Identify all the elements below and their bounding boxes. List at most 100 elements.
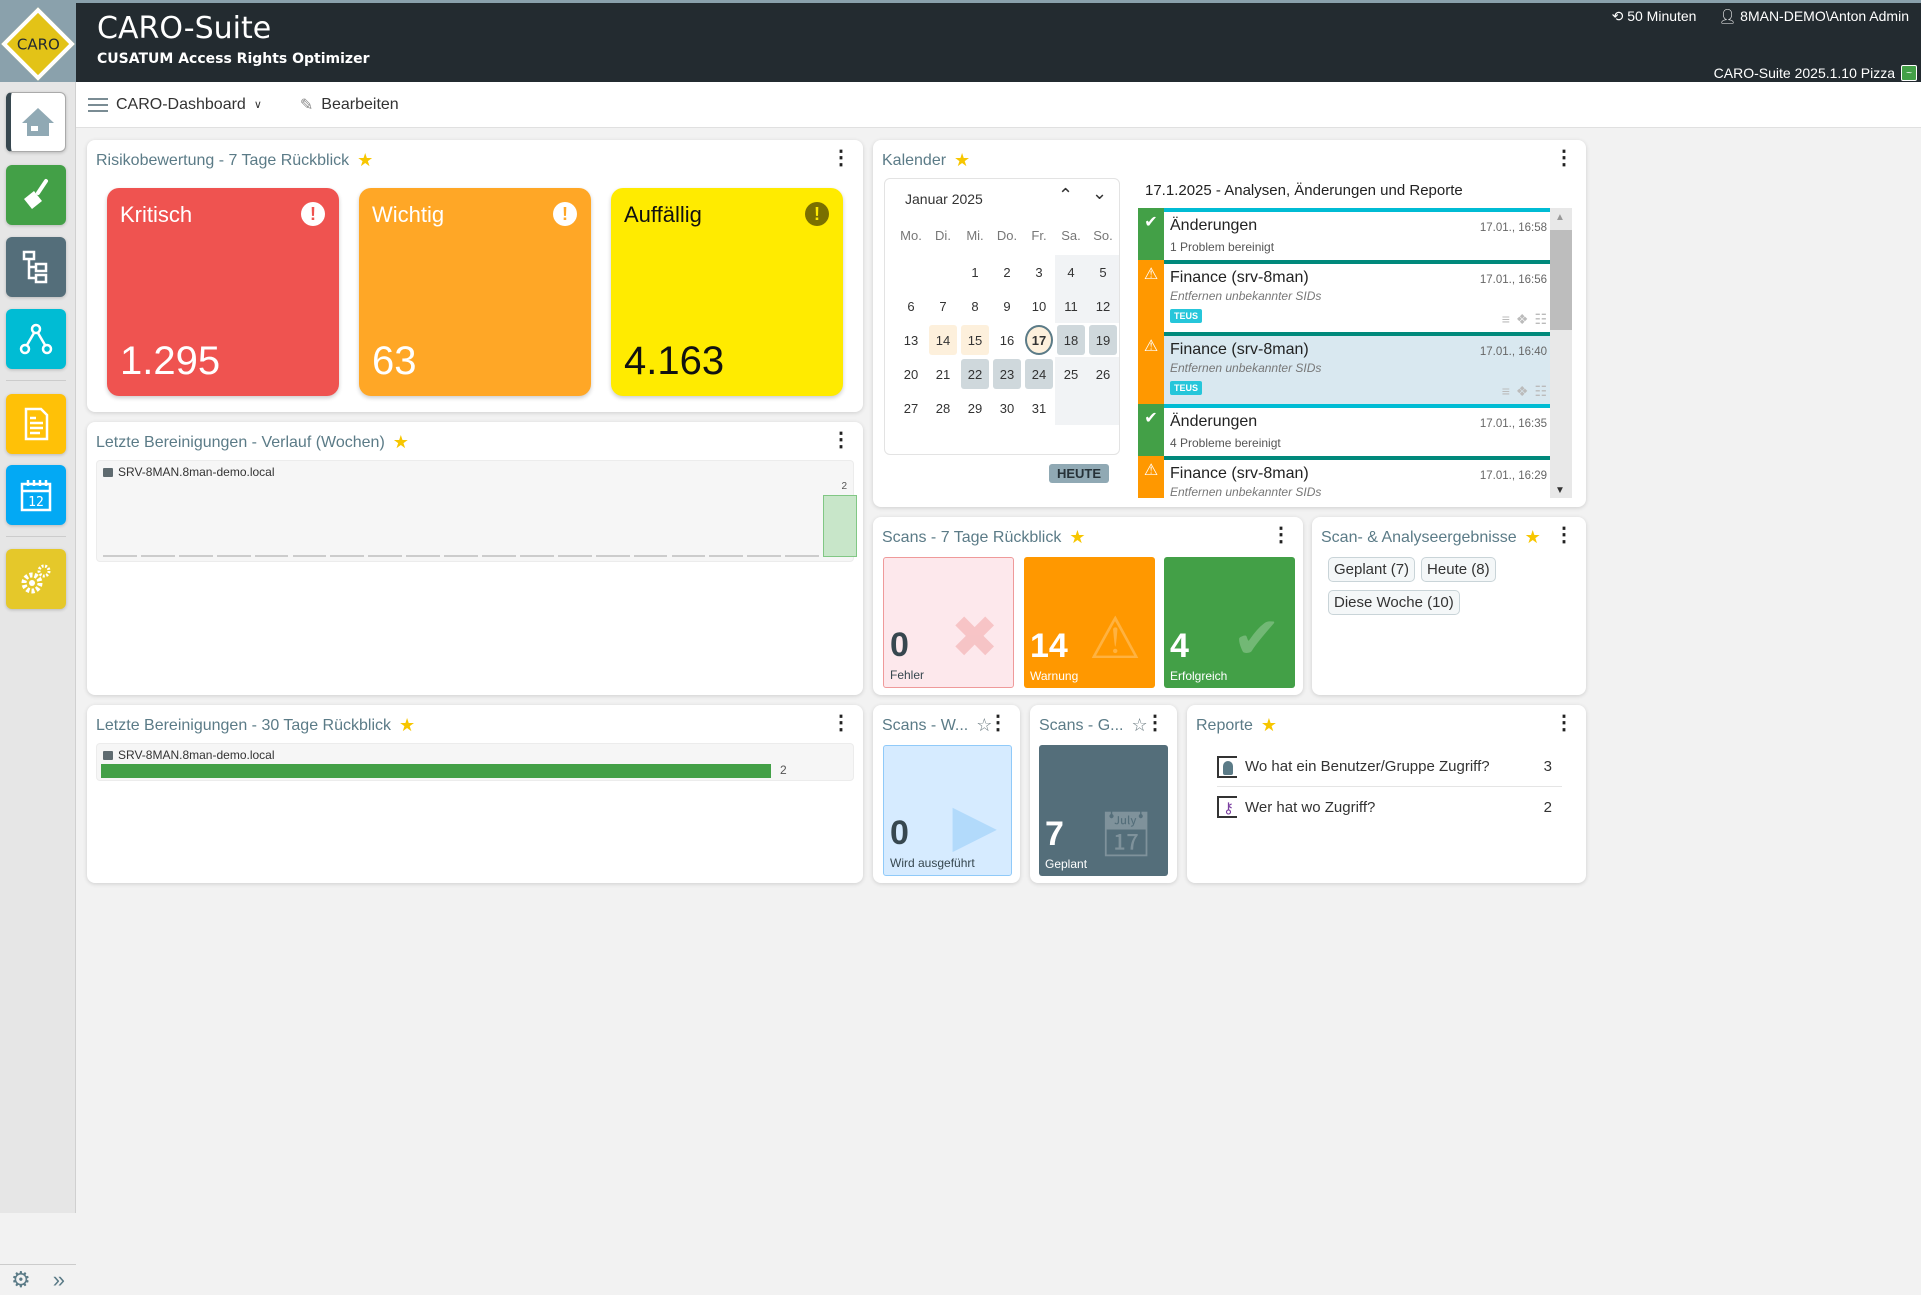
risk-card-important[interactable]: Wichtig ! 63 xyxy=(359,188,591,396)
calendar-day[interactable]: 20 xyxy=(895,357,927,391)
today-button[interactable]: HEUTE xyxy=(1048,464,1109,483)
calendar-day[interactable]: 30 xyxy=(991,391,1023,425)
week-bar[interactable] xyxy=(254,555,289,557)
calendar-day[interactable]: 7 xyxy=(927,289,959,323)
dashboard-selector[interactable]: CARO-Dashboard ∨ xyxy=(88,96,262,114)
star-icon[interactable]: ★ xyxy=(399,715,415,736)
edit-button[interactable]: ✎ Bearbeiten xyxy=(300,95,399,115)
week-bar[interactable] xyxy=(103,555,137,557)
week-bar[interactable] xyxy=(633,555,668,557)
week-bar[interactable] xyxy=(444,555,478,557)
week-bar[interactable] xyxy=(709,555,744,557)
calendar-day[interactable]: 3 xyxy=(1023,255,1055,289)
report-item[interactable]: Wo hat ein Benutzer/Gruppe Zugriff? 3 xyxy=(1217,747,1562,787)
calendar-day[interactable]: 16 xyxy=(991,323,1023,357)
more-menu-icon[interactable]: ⋮ xyxy=(831,148,851,168)
cubes-icon[interactable]: ❖ xyxy=(1516,383,1529,400)
sidebar-item-reports[interactable] xyxy=(6,394,66,454)
week-bar[interactable] xyxy=(216,555,251,557)
expand-sidebar-icon[interactable]: » xyxy=(53,1267,65,1293)
event-item[interactable]: ⚠ Finance (srv-8man) Entfernen unbekannter… xyxy=(1138,456,1553,498)
calendar-day[interactable]: 9 xyxy=(991,289,1023,323)
scan-tile-running[interactable]: ▶ 0 Wird ausgeführt xyxy=(883,745,1012,876)
sidebar-item-tree[interactable] xyxy=(6,237,66,297)
calendar-day[interactable]: 26 xyxy=(1087,357,1119,391)
week-bar[interactable] xyxy=(823,495,857,557)
report-item[interactable]: ⚷ Wer hat wo Zugriff? 2 xyxy=(1217,787,1562,827)
calendar-day[interactable]: 13 xyxy=(895,323,927,357)
session-timer[interactable]: ⟲ 50 Minuten xyxy=(1612,8,1697,25)
calendar-day[interactable]: 31 xyxy=(1023,391,1055,425)
more-menu-icon[interactable]: ⋮ xyxy=(1554,148,1574,168)
more-menu-icon[interactable]: ⋮ xyxy=(831,713,851,733)
sidebar-item-network[interactable] xyxy=(6,309,66,369)
calendar-day[interactable]: 1 xyxy=(959,255,991,289)
scroll-down-icon[interactable]: ▼ xyxy=(1555,485,1565,496)
week-bar[interactable] xyxy=(330,555,365,557)
file-icon[interactable]: ☷ xyxy=(1534,311,1547,328)
calendar-day[interactable]: 17 xyxy=(1025,325,1053,355)
calendar-day[interactable]: 18 xyxy=(1057,325,1085,355)
health-status-icon[interactable]: ~ xyxy=(1901,65,1917,81)
week-bar[interactable] xyxy=(140,555,175,557)
week-bar[interactable] xyxy=(519,555,554,557)
chevron-up-icon[interactable]: ⌃ xyxy=(1058,185,1073,206)
star-icon[interactable]: ★ xyxy=(1069,527,1085,548)
event-scrollbar[interactable]: ▲ ▼ xyxy=(1550,208,1572,498)
calendar-day[interactable]: 2 xyxy=(991,255,1023,289)
week-bar[interactable] xyxy=(557,555,592,557)
more-menu-icon[interactable]: ⋮ xyxy=(831,430,851,450)
risk-card-notable[interactable]: Auffällig ! 4.163 xyxy=(611,188,843,396)
sidebar-item-home[interactable] xyxy=(6,92,66,152)
chip-planned[interactable]: Geplant (7) xyxy=(1328,557,1416,582)
calendar-day[interactable]: 27 xyxy=(895,391,927,425)
calendar-day[interactable]: 8 xyxy=(959,289,991,323)
scan-tile-warnings[interactable]: ⚠ 14 Warnung xyxy=(1024,557,1155,688)
calendar-day[interactable]: 6 xyxy=(895,289,927,323)
calendar-day[interactable]: 4 xyxy=(1055,255,1087,289)
event-item[interactable]: ⚠ Finance (srv-8man) Entfernen unbekannter… xyxy=(1138,332,1553,404)
week-bar[interactable] xyxy=(482,555,516,557)
calendar-day[interactable]: 22 xyxy=(961,359,989,389)
calendar-day[interactable]: 25 xyxy=(1055,357,1087,391)
event-item[interactable]: ✔ Änderungen 1 Problem bereinigt 17.01., 16… xyxy=(1138,208,1553,260)
week-bar[interactable] xyxy=(595,555,630,557)
week-bar[interactable] xyxy=(178,555,213,557)
week-bar[interactable] xyxy=(671,555,706,557)
calendar-day[interactable]: 29 xyxy=(959,391,991,425)
week-bar[interactable] xyxy=(785,555,820,557)
more-menu-icon[interactable]: ⋮ xyxy=(1145,713,1165,733)
calendar-day[interactable]: 23 xyxy=(993,359,1021,389)
chip-today[interactable]: Heute (8) xyxy=(1421,557,1496,582)
more-menu-icon[interactable]: ⋮ xyxy=(988,713,1008,733)
week-bar[interactable] xyxy=(747,555,782,557)
settings-gear-icon[interactable]: ⚙ xyxy=(11,1267,31,1293)
more-menu-icon[interactable]: ⋮ xyxy=(1554,713,1574,733)
list-icon[interactable]: ≡ xyxy=(1502,383,1510,400)
week-bar[interactable] xyxy=(368,555,403,557)
risk-card-critical[interactable]: Kritisch ! 1.295 xyxy=(107,188,339,396)
calendar-day[interactable]: 11 xyxy=(1055,289,1087,323)
week-bar[interactable] xyxy=(406,555,441,557)
star-icon[interactable]: ★ xyxy=(357,150,373,171)
more-menu-icon[interactable]: ⋮ xyxy=(1554,525,1574,545)
star-icon[interactable]: ★ xyxy=(393,432,409,453)
list-icon[interactable]: ≡ xyxy=(1502,311,1510,328)
calendar-day[interactable]: 15 xyxy=(961,325,989,355)
event-item[interactable]: ✔ Änderungen 4 Probleme bereinigt 17.01., 1… xyxy=(1138,404,1553,456)
event-item[interactable]: ⚠ Finance (srv-8man) Entfernen unbekannter… xyxy=(1138,260,1553,332)
scan-tile-success[interactable]: ✔ 4 Erfolgreich xyxy=(1164,557,1295,688)
scan-tile-errors[interactable]: ✖ 0 Fehler xyxy=(883,557,1014,688)
chip-this-week[interactable]: Diese Woche (10) xyxy=(1328,590,1460,615)
scrollbar-thumb[interactable] xyxy=(1550,230,1572,330)
calendar-day[interactable]: 5 xyxy=(1087,255,1119,289)
calendar-day[interactable]: 14 xyxy=(929,325,957,355)
calendar-day[interactable]: 21 xyxy=(927,357,959,391)
sidebar-item-calendar[interactable]: 12 xyxy=(6,465,66,525)
user-menu[interactable]: 👤︎ 8MAN-DEMO\Anton Admin xyxy=(1718,8,1909,25)
calendar-day[interactable]: 28 xyxy=(927,391,959,425)
star-icon[interactable]: ★ xyxy=(1525,527,1541,548)
cubes-icon[interactable]: ❖ xyxy=(1516,311,1529,328)
calendar-day[interactable]: 12 xyxy=(1087,289,1119,323)
file-icon[interactable]: ☷ xyxy=(1534,383,1547,400)
